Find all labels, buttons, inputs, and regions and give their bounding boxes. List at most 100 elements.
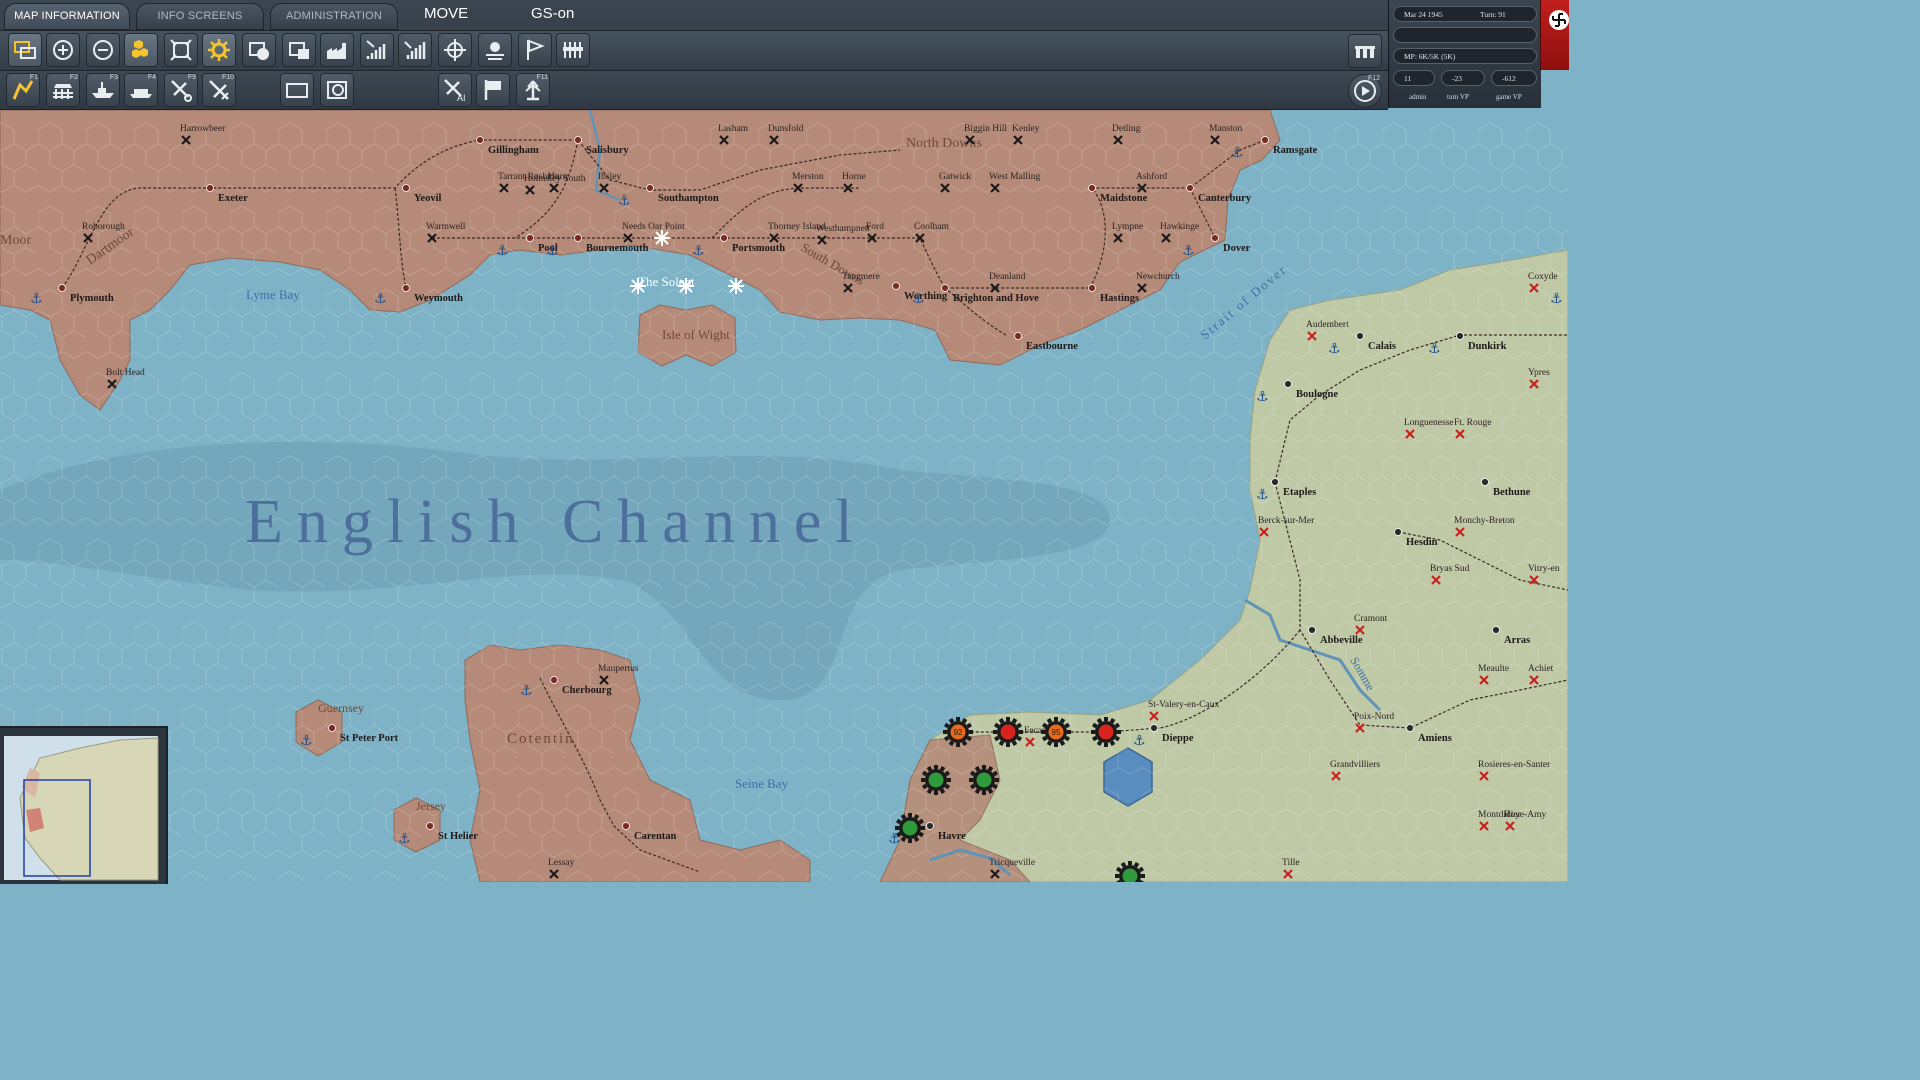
land-move-button[interactable]: F1	[6, 73, 40, 107]
naval-transport-button[interactable]: F4	[124, 73, 158, 107]
city-marker-maidstone[interactable]	[1088, 184, 1096, 192]
city-marker-pool[interactable]	[526, 234, 534, 242]
city-marker-weymouth[interactable]	[402, 284, 410, 292]
city-marker-ramsgate[interactable]	[1261, 136, 1269, 144]
city-marker-canterbury[interactable]	[1186, 184, 1194, 192]
air-attack-button[interactable]: F9	[164, 73, 198, 107]
map-canvas[interactable]: English Channel Lyme Bay The Solent Sein…	[0, 110, 1568, 882]
port-anchor-icon[interactable]: ⚓	[398, 831, 411, 847]
city-marker-salisbury[interactable]	[574, 136, 582, 144]
city-marker-brighton-and-hove[interactable]	[941, 284, 949, 292]
city-marker-gillingham[interactable]	[476, 136, 484, 144]
strategic-bomb-button[interactable]: F11	[516, 73, 550, 107]
forces-button[interactable]	[556, 33, 590, 67]
port-anchor-icon[interactable]: ⚓	[1256, 487, 1269, 503]
zoom-out-button[interactable]	[86, 33, 120, 67]
city-marker-hesdin[interactable]	[1394, 528, 1402, 536]
port-anchor-icon[interactable]: ⚓	[300, 733, 313, 749]
tab-administration[interactable]: ADMINISTRATION	[270, 3, 398, 30]
port-anchor-icon[interactable]: ⚓	[374, 291, 387, 307]
city-marker-arras[interactable]	[1492, 626, 1500, 634]
gs-indicator[interactable]: GS-on	[531, 5, 574, 22]
city-marker-amiens[interactable]	[1406, 724, 1414, 732]
naval-button[interactable]: F3	[86, 73, 120, 107]
port-anchor-icon[interactable]: ⚓	[1231, 145, 1244, 161]
ai-button[interactable]: AI	[438, 73, 472, 107]
city-marker-dover[interactable]	[1211, 234, 1219, 242]
city-marker-exeter[interactable]	[206, 184, 214, 192]
port-anchor-icon[interactable]: ⚓	[1428, 341, 1441, 357]
port-anchor-icon[interactable]: ⚓	[692, 243, 705, 259]
city-marker-southampton[interactable]	[646, 184, 654, 192]
city-marker-st-helier[interactable]	[426, 822, 434, 830]
city-label-hesdin: Hesdin	[1406, 537, 1438, 548]
flag-marker-button[interactable]	[476, 73, 510, 107]
supply-gear-button[interactable]	[202, 33, 236, 67]
naval-mine-icon[interactable]	[728, 278, 744, 294]
port-anchor-icon[interactable]: ⚓	[618, 193, 631, 209]
end-turn-button[interactable]: F12	[1348, 74, 1382, 108]
rail-button[interactable]: F2	[46, 73, 80, 107]
minimap[interactable]	[0, 726, 168, 884]
port-anchor-icon[interactable]: ⚓	[912, 291, 925, 307]
hex-map[interactable]: English Channel Lyme Bay The Solent Sein…	[0, 110, 1568, 882]
city-marker-yeovil[interactable]	[402, 184, 410, 192]
signal-bars-button[interactable]	[360, 33, 394, 67]
town-label-holmsley-south: Holmsley South	[524, 174, 586, 184]
city-marker-abbeville[interactable]	[1308, 626, 1316, 634]
city-marker-bethune[interactable]	[1481, 478, 1489, 486]
crosshair-button[interactable]	[438, 33, 472, 67]
city-marker-worthing[interactable]	[892, 282, 900, 290]
city-label-portsmouth: Portsmouth	[732, 243, 785, 254]
city-marker-etaples[interactable]	[1271, 478, 1279, 486]
zoom-in-button[interactable]	[46, 33, 80, 67]
port-anchor-icon[interactable]: ⚓	[1328, 341, 1341, 357]
port-anchor-icon[interactable]: ⚓	[520, 683, 533, 699]
hex-grid-button[interactable]	[124, 33, 158, 67]
city-label-southampton: Southampton	[658, 193, 719, 204]
port-anchor-icon[interactable]: ⚓	[1550, 291, 1563, 307]
rectangle-select-button[interactable]	[280, 73, 314, 107]
naval-mine-icon[interactable]	[654, 230, 670, 246]
zoom-frame-button[interactable]	[320, 73, 354, 107]
city-marker-calais[interactable]	[1356, 332, 1364, 340]
city-marker-bournemouth[interactable]	[574, 234, 582, 242]
city-marker-plymouth[interactable]	[58, 284, 66, 292]
windows-button[interactable]	[8, 33, 42, 67]
town-label-detling: Detling	[1112, 124, 1141, 134]
port-anchor-icon[interactable]: ⚓	[1256, 389, 1269, 405]
signal-bars-b-button[interactable]	[398, 33, 432, 67]
city-marker-carentan[interactable]	[622, 822, 630, 830]
paratroop-button[interactable]: F10	[202, 73, 236, 107]
zoom-out-icon	[93, 40, 113, 60]
city-marker-st-peter-port[interactable]	[328, 724, 336, 732]
city-marker-cherbourg[interactable]	[550, 676, 558, 684]
flag-button[interactable]	[518, 33, 552, 67]
naval-mine-icon[interactable]	[678, 278, 694, 294]
port-anchor-icon[interactable]: ⚓	[546, 243, 559, 259]
target-frame-button[interactable]	[164, 33, 198, 67]
city-marker-eastbourne[interactable]	[1014, 332, 1022, 340]
port-anchor-icon[interactable]: ⚓	[496, 243, 509, 259]
army-list-button[interactable]	[1348, 34, 1382, 68]
minimap-canvas[interactable]	[0, 728, 166, 884]
city-marker-hastings[interactable]	[1088, 284, 1096, 292]
city-marker-dunkirk[interactable]	[1456, 332, 1464, 340]
port-anchor-icon[interactable]: ⚓	[1133, 733, 1146, 749]
weather-button[interactable]	[478, 33, 512, 67]
unit-box-button[interactable]	[242, 33, 276, 67]
production-button[interactable]	[282, 33, 316, 67]
zoom-frame-icon	[327, 81, 347, 99]
city-marker-portsmouth[interactable]	[720, 234, 728, 242]
port-anchor-icon[interactable]: ⚓	[30, 291, 43, 307]
port-anchor-icon[interactable]: ⚓	[1182, 243, 1195, 259]
city-marker-dieppe[interactable]	[1150, 724, 1158, 732]
naval-mine-icon[interactable]	[630, 278, 646, 294]
tab-info-screens[interactable]: INFO SCREENS	[136, 3, 264, 30]
city-marker-havre[interactable]	[926, 822, 934, 830]
region-guernsey: Guernsey	[318, 701, 364, 715]
weather-icon	[486, 42, 504, 60]
tab-map-information[interactable]: MAP INFORMATION	[4, 3, 130, 30]
factory-button[interactable]	[320, 33, 354, 67]
city-marker-boulogne[interactable]	[1284, 380, 1292, 388]
